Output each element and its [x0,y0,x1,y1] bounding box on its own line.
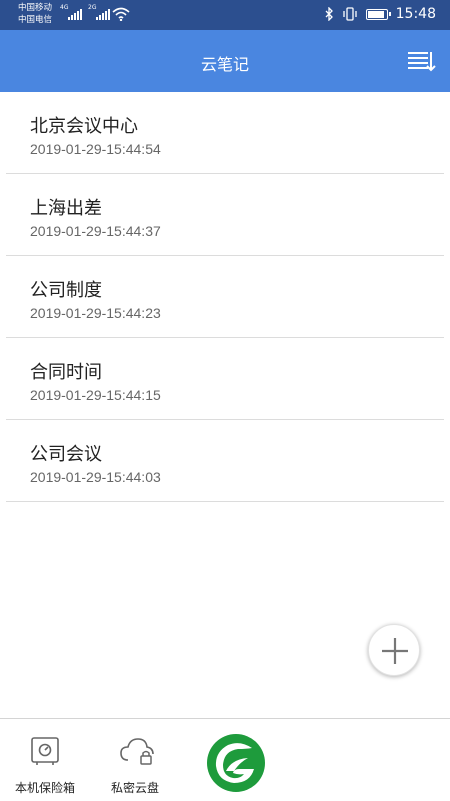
carrier-1: 中国移动 [18,3,53,13]
note-time: 2019-01-29-15:44:03 [30,469,161,485]
list-item[interactable]: 合同时间 2019-01-29-15:44:15 [6,338,444,420]
note-time: 2019-01-29-15:44:23 [30,305,161,321]
bluetooth-icon [325,7,333,21]
note-title: 公司会议 [30,444,102,465]
vibrate-icon [342,7,357,21]
note-title: 上海出差 [30,198,102,219]
page-title: 云笔记 [200,55,249,74]
note-time: 2019-01-29-15:44:37 [30,223,161,239]
nav-item-local-safe[interactable]: 本机保险箱 [0,719,90,801]
nav-label: 私密云盘 [110,781,159,795]
note-title: 合同时间 [30,362,102,383]
carrier-info: 中国移动 中国电信 [18,2,52,26]
carrier-2: 中国电信 [18,15,53,25]
status-bar: 中国移动 中国电信 4G 2G 15:48 [0,0,450,30]
list-item[interactable]: 北京会议中心 2019-01-29-15:44:54 [6,92,444,174]
list-item[interactable]: 公司制度 2019-01-29-15:44:23 [6,256,444,338]
note-time: 2019-01-29-15:44:15 [30,387,161,403]
safe-icon [31,737,59,765]
list-item[interactable]: 上海出差 2019-01-29-15:44:37 [6,174,444,256]
network-type-1: 4G [60,4,69,11]
note-title: 北京会议中心 [30,116,138,137]
add-note-button[interactable] [368,624,420,676]
bottom-nav: 本机保险箱 私密云盘 [0,718,450,800]
note-time: 2019-01-29-15:44:54 [30,141,161,157]
signal-2-icon: 2G [88,4,110,20]
note-list: 北京会议中心 2019-01-29-15:44:54 上海出差 2019-01-… [0,92,450,502]
clock: 15:48 [395,6,436,22]
list-menu-icon[interactable] [406,48,436,74]
nav-item-private-cloud[interactable]: 私密云盘 [90,719,180,801]
wifi-icon [112,7,130,21]
network-type-2: 2G [88,4,97,11]
note-title: 公司制度 [30,280,102,301]
battery-icon [365,8,391,20]
battery-level [367,10,384,18]
signal-1-icon: 4G [60,4,82,20]
app-logo-icon[interactable] [204,731,268,795]
app-bar: 云笔记 [0,30,450,92]
cloud-lock-icon [120,738,154,765]
plus-icon [382,638,408,664]
nav-label: 本机保险箱 [14,781,75,795]
list-item[interactable]: 公司会议 2019-01-29-15:44:03 [6,420,444,502]
